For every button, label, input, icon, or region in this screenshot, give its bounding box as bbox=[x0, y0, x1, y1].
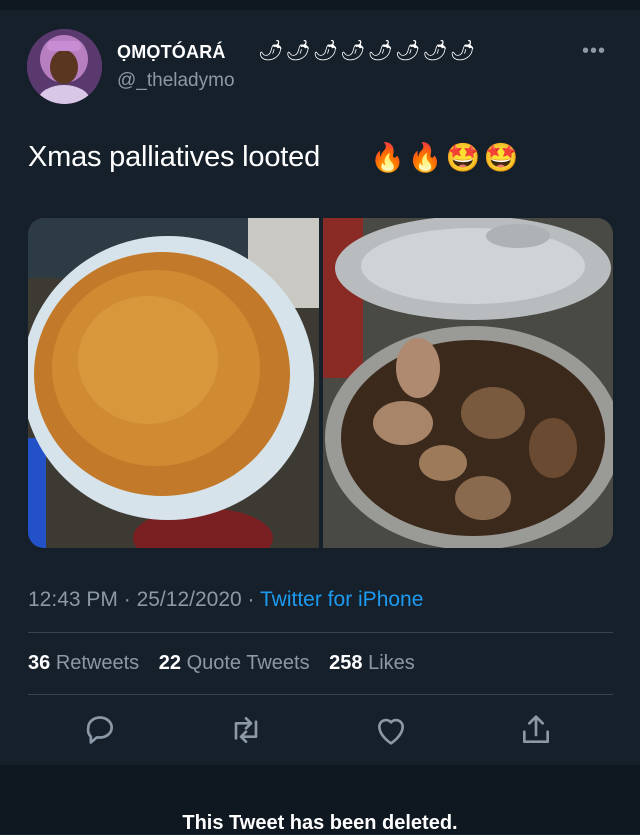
reply-button[interactable] bbox=[80, 710, 120, 750]
deleted-notice: This Tweet has been deleted. bbox=[182, 812, 458, 834]
quote-tweets-count: 22 bbox=[158, 652, 181, 674]
divider bbox=[28, 632, 613, 633]
meta-separator: · bbox=[123, 588, 131, 611]
tweet-media[interactable] bbox=[28, 218, 613, 548]
quote-tweets-stat[interactable]: 22 Quote Tweets bbox=[159, 652, 310, 674]
like-button[interactable] bbox=[371, 710, 411, 750]
likes-count: 258 bbox=[329, 652, 363, 674]
retweets-stat[interactable]: 36 Retweets bbox=[28, 652, 139, 674]
likes-label: Likes bbox=[368, 652, 415, 674]
media-image-meat[interactable] bbox=[323, 218, 613, 548]
display-name[interactable]: ỌMỌTÓARÁ bbox=[117, 42, 226, 63]
divider bbox=[28, 694, 613, 695]
retweets-label: Retweets bbox=[55, 652, 140, 674]
tweet-stats: 36 Retweets 22 Quote Tweets 258 Likes bbox=[28, 652, 415, 675]
avatar-image bbox=[27, 29, 102, 104]
reply-icon bbox=[86, 716, 113, 744]
tweet-emojis: 🔥🔥🤩🤩 bbox=[370, 142, 522, 173]
user-handle[interactable]: @_theladymo bbox=[117, 70, 235, 92]
more-icon[interactable]: ••• bbox=[582, 40, 606, 63]
quote-tweets-label: Quote Tweets bbox=[186, 652, 310, 674]
share-icon bbox=[523, 715, 549, 743]
tweet-meta: 12:43 PM · 25/12/2020 · Twitter for iPho… bbox=[28, 588, 423, 612]
meta-separator: · bbox=[247, 588, 255, 611]
tweet-source-link[interactable]: Twitter for iPhone bbox=[260, 588, 423, 611]
avatar[interactable] bbox=[27, 29, 102, 104]
likes-stat[interactable]: 258 Likes bbox=[329, 652, 415, 674]
retweets-count: 36 bbox=[28, 652, 51, 674]
share-button[interactable] bbox=[516, 710, 556, 750]
retweet-icon bbox=[234, 717, 258, 743]
tweet-text: Xmas palliatives looted bbox=[28, 141, 320, 173]
like-icon bbox=[378, 718, 404, 745]
tweet-date: 25/12/2020 bbox=[136, 588, 242, 611]
name-emojis: 🌶🌶🌶🌶🌶🌶🌶🌶 bbox=[258, 40, 478, 62]
top-bar bbox=[0, 0, 640, 10]
tweet-time: 12:43 PM bbox=[28, 588, 118, 611]
media-image-rice[interactable] bbox=[28, 218, 319, 548]
retweet-button[interactable] bbox=[226, 710, 266, 750]
